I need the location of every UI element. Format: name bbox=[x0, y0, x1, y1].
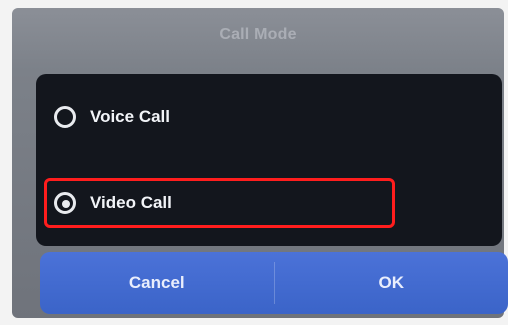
dialog-button-bar: Cancel OK bbox=[40, 252, 508, 314]
radio-unselected-icon[interactable] bbox=[54, 106, 76, 128]
dialog-title: Call Mode bbox=[219, 26, 297, 43]
selection-highlight-box bbox=[44, 178, 395, 228]
call-mode-screen: Call Mode Voice Call Video Call Cancel O… bbox=[12, 8, 508, 318]
voice-call-label: Voice Call bbox=[90, 107, 170, 126]
voice-call-option[interactable]: Voice Call bbox=[36, 74, 502, 160]
ok-button[interactable]: OK bbox=[275, 252, 508, 314]
cancel-button[interactable]: Cancel bbox=[40, 252, 274, 314]
